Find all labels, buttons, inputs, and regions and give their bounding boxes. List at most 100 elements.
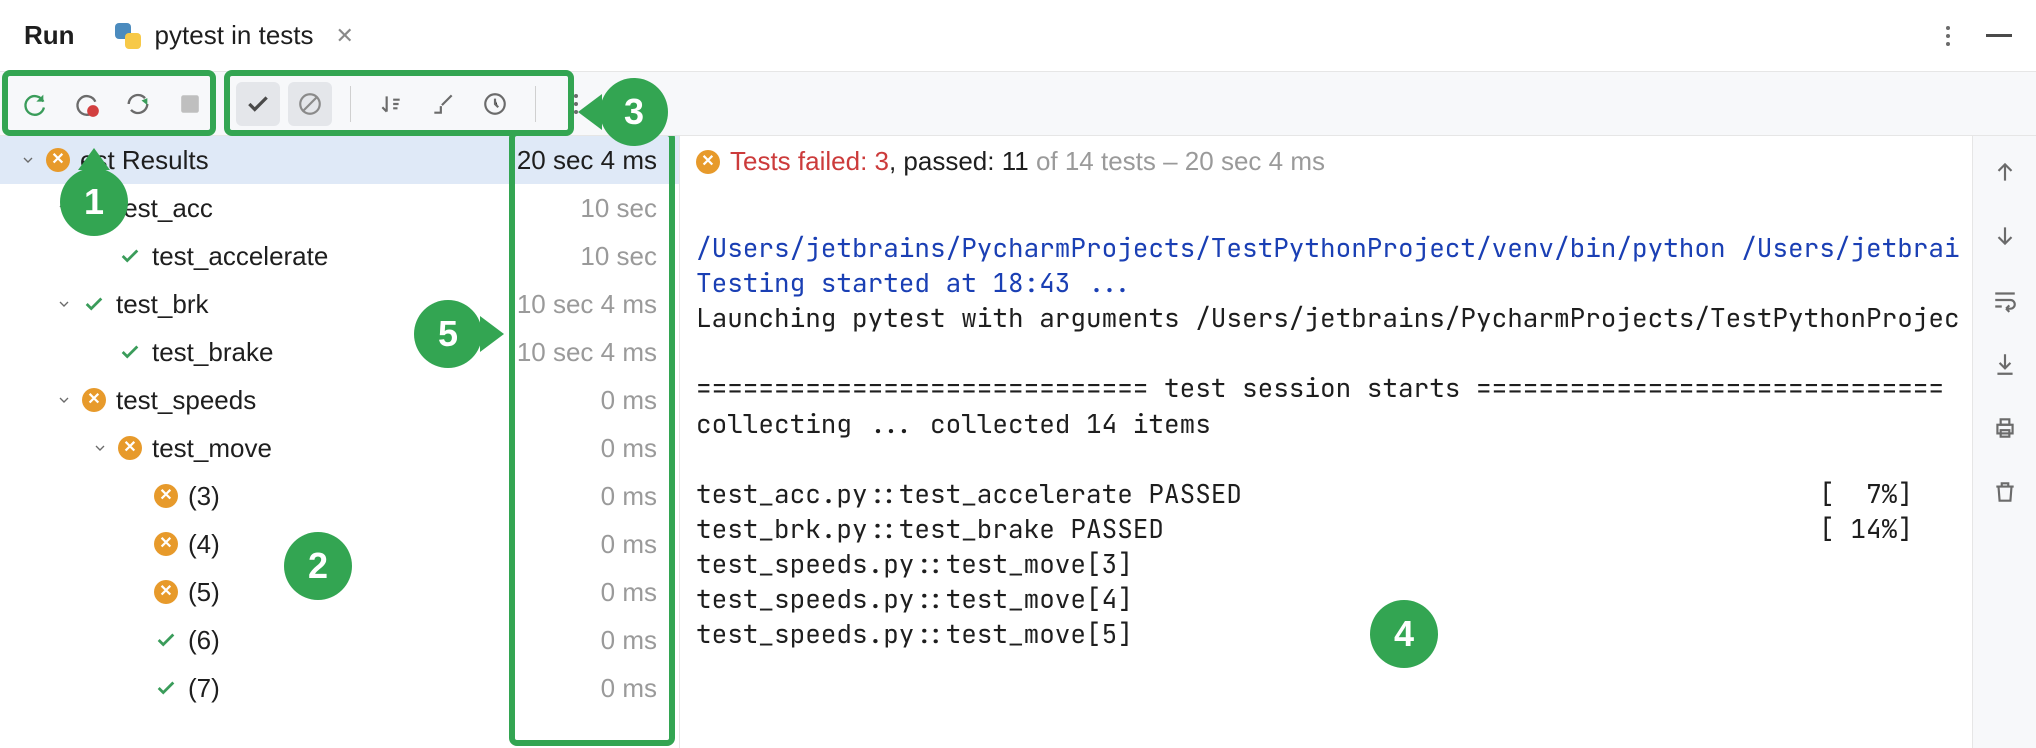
rerun-failed-icon [72, 90, 100, 118]
show-ignored-button[interactable] [288, 82, 332, 126]
scroll-down-button[interactable] [1985, 216, 2025, 256]
tree-label: (7) [188, 673, 601, 704]
titlebar: Run pytest in tests ✕ [0, 0, 2036, 72]
rerun-icon [20, 90, 48, 118]
print-button[interactable] [1985, 408, 2025, 448]
tree-row[interactable]: test_brk10 sec 4 ms [0, 280, 679, 328]
kebab-menu-icon[interactable] [1946, 26, 1950, 46]
tree-duration: 10 sec [580, 193, 669, 224]
pass-icon [154, 676, 178, 700]
chevron-down-icon[interactable] [52, 292, 76, 316]
chevron-down-icon[interactable] [16, 148, 40, 172]
tree-duration: 10 sec 4 ms [517, 289, 669, 320]
tree-label: (5) [188, 577, 601, 608]
tree-row[interactable]: (7)0 ms [0, 664, 679, 712]
sort-icon [378, 91, 404, 117]
fail-icon [46, 148, 70, 172]
scroll-up-button[interactable] [1985, 152, 2025, 192]
disabled-icon [297, 91, 323, 117]
tree-duration: 20 sec 4 ms [517, 145, 669, 176]
history-button[interactable] [473, 82, 517, 126]
tree-label: (3) [188, 481, 601, 512]
chevron-down-icon [124, 484, 148, 508]
tree-row[interactable]: (4)0 ms [0, 520, 679, 568]
test-summary: Tests failed: 3, passed: 11 of 14 tests … [680, 136, 1972, 185]
fail-icon [82, 388, 106, 412]
tree-label: test_accelerate [152, 241, 580, 272]
pass-icon [154, 628, 178, 652]
tree-duration: 0 ms [601, 673, 669, 704]
tree-row[interactable]: test_brake10 sec 4 ms [0, 328, 679, 376]
run-tab-label: pytest in tests [155, 20, 314, 51]
tree-row[interactable]: (5)0 ms [0, 568, 679, 616]
test-tree[interactable]: est Results20 sec 4 mstest_acc10 sectest… [0, 136, 680, 748]
tree-label: test_brake [152, 337, 517, 368]
fail-icon [154, 580, 178, 604]
tree-label: test_speeds [116, 385, 601, 416]
tree-duration: 10 sec [580, 241, 669, 272]
python-icon [115, 23, 141, 49]
fail-icon [154, 532, 178, 556]
main-split: est Results20 sec 4 mstest_acc10 sectest… [0, 136, 2036, 748]
pass-icon [82, 292, 106, 316]
tree-row[interactable]: (6)0 ms [0, 616, 679, 664]
pass-icon [118, 244, 142, 268]
tree-label: test_acc [116, 193, 580, 224]
chevron-down-icon [88, 244, 112, 268]
minimize-icon[interactable] [1986, 34, 2012, 37]
console-pane: Tests failed: 3, passed: 11 of 14 tests … [680, 136, 1972, 748]
tree-duration: 0 ms [601, 625, 669, 656]
fail-icon [696, 150, 720, 174]
tree-duration: 0 ms [601, 433, 669, 464]
tree-duration: 0 ms [601, 577, 669, 608]
tree-label: (6) [188, 625, 601, 656]
run-tab[interactable]: pytest in tests ✕ [115, 20, 354, 51]
soft-wrap-button[interactable] [1985, 280, 2025, 320]
tree-row[interactable]: test_move0 ms [0, 424, 679, 472]
chevron-down-icon [124, 676, 148, 700]
tree-duration: 10 sec 4 ms [517, 337, 669, 368]
stop-icon [179, 93, 201, 115]
check-icon [245, 91, 271, 117]
delete-button[interactable] [1985, 472, 2025, 512]
stop-button[interactable] [168, 82, 212, 126]
fail-icon [118, 436, 142, 460]
test-toolbar [0, 72, 2036, 136]
chevron-down-icon [124, 532, 148, 556]
sort-button[interactable] [369, 82, 413, 126]
tree-row[interactable]: est Results20 sec 4 ms [0, 136, 679, 184]
chevron-down-icon [88, 340, 112, 364]
clock-icon [482, 91, 508, 117]
separator [535, 86, 536, 122]
rerun-failed-button[interactable] [64, 82, 108, 126]
tree-label: est Results [80, 145, 517, 176]
rerun-button[interactable] [12, 82, 56, 126]
tree-label: (4) [188, 529, 601, 560]
close-tab-icon[interactable]: ✕ [336, 23, 354, 49]
tree-row[interactable]: test_acc10 sec [0, 184, 679, 232]
tree-label: test_brk [116, 289, 517, 320]
scroll-to-end-button[interactable] [1985, 344, 2025, 384]
tree-row[interactable]: test_speeds0 ms [0, 376, 679, 424]
tree-row[interactable]: test_accelerate10 sec [0, 232, 679, 280]
toggle-autotest-icon [124, 90, 152, 118]
chevron-down-icon [124, 580, 148, 604]
chevron-down-icon[interactable] [52, 196, 76, 220]
console-output[interactable]: /Users/jetbrains/PycharmProjects/TestPyt… [680, 185, 1972, 748]
chevron-down-icon[interactable] [52, 388, 76, 412]
fail-icon [154, 484, 178, 508]
separator [350, 86, 351, 122]
pass-icon [82, 196, 106, 220]
expand-all-button[interactable] [421, 82, 465, 126]
pass-icon [118, 340, 142, 364]
chevron-down-icon [124, 628, 148, 652]
toggle-autotest-button[interactable] [116, 82, 160, 126]
tree-duration: 0 ms [601, 529, 669, 560]
tree-label: test_move [152, 433, 601, 464]
chevron-down-icon[interactable] [88, 436, 112, 460]
more-options-button[interactable] [554, 82, 598, 126]
run-toolwindow-label: Run [24, 20, 75, 51]
tree-duration: 0 ms [601, 481, 669, 512]
tree-row[interactable]: (3)0 ms [0, 472, 679, 520]
show-passed-button[interactable] [236, 82, 280, 126]
